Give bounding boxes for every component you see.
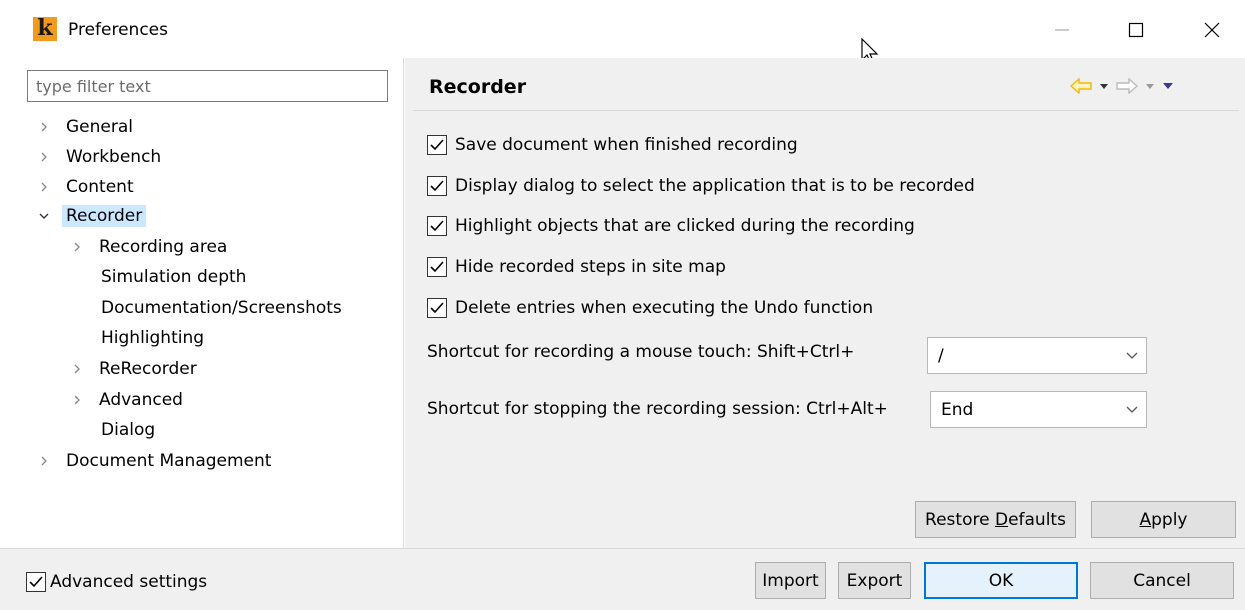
import-button[interactable]: Import <box>755 562 826 599</box>
cancel-button[interactable]: Cancel <box>1090 562 1234 599</box>
preference-page: Recorder Save document when finished rec… <box>405 58 1245 548</box>
shortcut-touch-select[interactable]: / <box>927 337 1147 374</box>
tree-item-label: General <box>66 117 133 137</box>
checkbox[interactable] <box>427 176 447 196</box>
option-display-dialog[interactable]: Display dialog to select the application… <box>427 174 975 198</box>
chevron-right-icon[interactable] <box>36 119 52 135</box>
option-save-document[interactable]: Save document when finished recording <box>427 133 798 157</box>
restore-defaults-button[interactable]: Restore Defaults <box>915 501 1076 538</box>
tree-item-rerecorder[interactable]: ReRecorder <box>69 355 197 383</box>
chevron-right-icon[interactable] <box>69 361 85 377</box>
select-value: / <box>938 345 944 366</box>
filter-input[interactable] <box>27 70 388 102</box>
tree-item-label: Documentation/Screenshots <box>101 298 342 318</box>
option-label: Highlight objects that are clicked durin… <box>455 216 915 236</box>
shortcut-stop-select[interactable]: End <box>930 391 1147 428</box>
checkbox[interactable] <box>427 135 447 155</box>
preference-navigation-pane: General Workbench Content Recorder Recor… <box>0 58 404 548</box>
checkmark-icon <box>430 180 444 192</box>
tree-item-documentation-screenshots[interactable]: Documentation/Screenshots <box>101 294 342 322</box>
tree-item-label: ReRecorder <box>99 359 197 379</box>
checkmark-icon <box>430 261 444 273</box>
tree-item-label: Workbench <box>66 147 162 167</box>
shortcut-touch-label: Shortcut for recording a mouse touch: Sh… <box>427 342 855 362</box>
advanced-settings-checkbox[interactable]: Advanced settings <box>26 572 207 592</box>
checkmark-icon <box>29 576 43 588</box>
option-label: Display dialog to select the application… <box>455 176 975 196</box>
page-navigation <box>1070 78 1174 94</box>
tree-item-label: Advanced <box>99 390 183 410</box>
option-label: Hide recorded steps in site map <box>455 257 726 277</box>
page-title: Recorder <box>429 76 527 98</box>
chevron-right-icon[interactable] <box>36 453 52 469</box>
export-button[interactable]: Export <box>838 562 911 599</box>
tree-item-label: Simulation depth <box>101 267 247 287</box>
option-label: Save document when finished recording <box>455 135 798 155</box>
ok-button[interactable]: OK <box>924 562 1078 599</box>
title-bar: k Preferences <box>0 0 1245 65</box>
apply-button[interactable]: Apply <box>1091 501 1236 538</box>
tree-item-dialog[interactable]: Dialog <box>101 416 155 444</box>
button-label: Restore Defaults <box>925 509 1066 530</box>
checkbox[interactable] <box>427 216 447 236</box>
tree-item-advanced[interactable]: Advanced <box>69 386 183 414</box>
checkmark-icon <box>430 302 444 314</box>
shortcut-stop-label: Shortcut for stopping the recording sess… <box>427 399 888 419</box>
minimize-button[interactable] <box>1042 12 1082 48</box>
forward-arrow-icon[interactable] <box>1116 78 1138 94</box>
button-label: Apply <box>1139 509 1188 530</box>
maximize-button[interactable] <box>1116 12 1156 48</box>
tree-item-label: Content <box>66 177 134 197</box>
window-title: Preferences <box>68 20 168 40</box>
option-delete-entries-undo[interactable]: Delete entries when executing the Undo f… <box>427 296 873 320</box>
advanced-settings-label: Advanced settings <box>50 572 208 592</box>
tree-item-label: Recorder <box>62 205 147 227</box>
close-icon <box>1204 22 1220 38</box>
tree-item-recording-area[interactable]: Recording area <box>69 233 227 261</box>
close-button[interactable] <box>1192 12 1232 48</box>
chevron-down-icon <box>1118 406 1146 414</box>
chevron-right-icon[interactable] <box>69 239 85 255</box>
tree-item-label: Dialog <box>101 420 156 440</box>
checkbox[interactable] <box>427 298 447 318</box>
checkbox[interactable] <box>427 257 447 277</box>
page-header: Recorder <box>405 58 1245 116</box>
back-arrow-icon[interactable] <box>1070 78 1092 94</box>
tree-item-workbench[interactable]: Workbench <box>36 143 161 171</box>
tree-item-highlighting[interactable]: Highlighting <box>101 324 204 352</box>
app-logo-icon: k <box>33 17 57 41</box>
chevron-right-icon[interactable] <box>36 179 52 195</box>
chevron-right-icon[interactable] <box>69 392 85 408</box>
chevron-down-icon[interactable] <box>36 208 52 224</box>
back-history-dropdown-icon[interactable] <box>1099 82 1109 90</box>
option-highlight-objects[interactable]: Highlight objects that are clicked durin… <box>427 214 915 238</box>
header-separator <box>413 110 1239 111</box>
tree-item-document-management[interactable]: Document Management <box>36 447 271 475</box>
option-label: Delete entries when executing the Undo f… <box>455 298 874 318</box>
chevron-down-icon <box>1118 352 1146 360</box>
tree-item-recorder[interactable]: Recorder <box>36 202 147 230</box>
select-value: End <box>941 399 974 420</box>
checkmark-icon <box>430 220 444 232</box>
tree-item-content[interactable]: Content <box>36 173 134 201</box>
view-menu-icon[interactable] <box>1162 82 1174 90</box>
minimize-icon <box>1055 29 1069 31</box>
forward-history-dropdown-icon[interactable] <box>1145 82 1155 90</box>
maximize-icon <box>1128 22 1144 38</box>
tree-item-label: Recording area <box>99 237 228 257</box>
tree-item-label: Document Management <box>66 451 272 471</box>
checkbox[interactable] <box>26 572 46 592</box>
dialog-button-bar: Advanced settings Import Export OK Cance… <box>0 548 1245 610</box>
tree-item-simulation-depth[interactable]: Simulation depth <box>101 263 246 291</box>
checkmark-icon <box>430 139 444 151</box>
tree-item-label: Highlighting <box>101 328 205 348</box>
chevron-right-icon[interactable] <box>36 149 52 165</box>
option-hide-recorded-steps[interactable]: Hide recorded steps in site map <box>427 255 726 279</box>
tree-item-general[interactable]: General <box>36 113 133 141</box>
